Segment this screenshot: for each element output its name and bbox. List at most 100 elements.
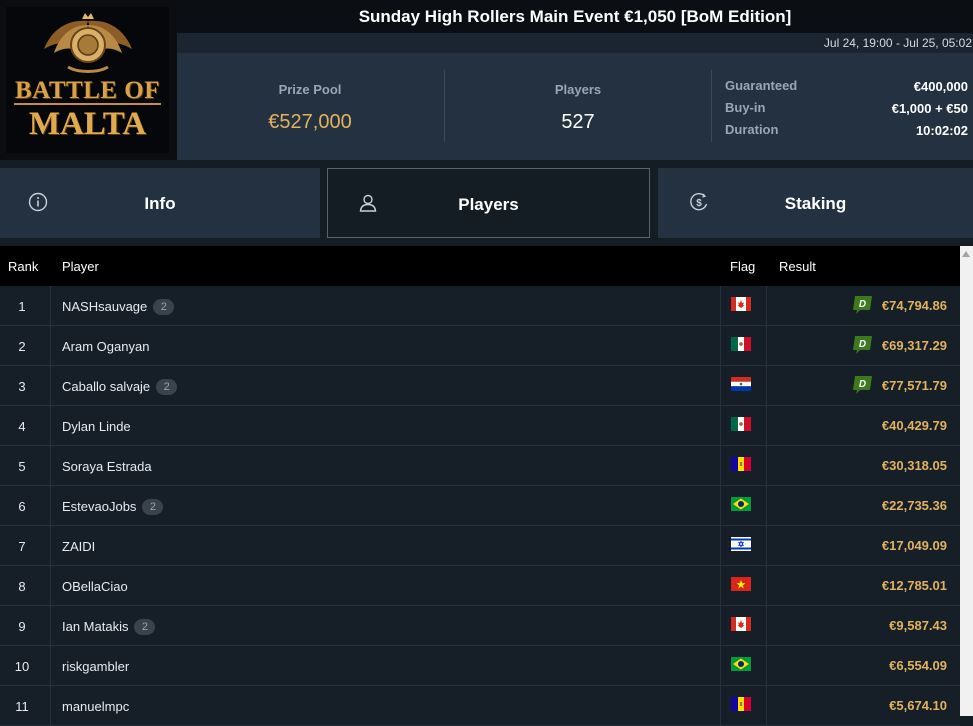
table-row[interactable]: 10 riskgambler €6,554.09 <box>0 646 960 686</box>
staking-deal-icon[interactable]: D <box>852 375 873 395</box>
player-name[interactable]: manuelmpc <box>62 699 129 714</box>
mx-flag-icon <box>731 417 751 431</box>
player-name-cell[interactable]: Ian Matakis 2 <box>62 619 156 635</box>
header-result: Result <box>779 259 816 274</box>
player-name[interactable]: OBellaCiao <box>62 579 128 594</box>
scroll-up-arrow-icon[interactable] <box>962 251 970 257</box>
br-flag-icon <box>731 497 751 511</box>
player-result: €5,674.10 <box>889 698 947 713</box>
players-table-header: Rank Player Flag Result <box>0 246 960 286</box>
player-result: €77,571.79 <box>881 378 947 393</box>
column-divider <box>720 366 721 405</box>
table-row[interactable]: 7 ZAIDI €17,049.09 <box>0 526 960 566</box>
tab-staking-label: Staking <box>784 194 847 213</box>
player-name-cell[interactable]: Aram Oganyan <box>62 339 149 354</box>
player-name[interactable]: Ian Matakis <box>62 619 128 634</box>
ad-flag-icon <box>731 457 751 471</box>
column-divider <box>766 646 767 685</box>
player-name[interactable]: Soraya Estrada <box>62 459 152 474</box>
column-divider <box>766 326 767 365</box>
player-result: €6,554.09 <box>889 658 947 673</box>
player-name-cell[interactable]: ZAIDI <box>62 539 95 554</box>
column-divider <box>720 606 721 645</box>
staking-deal-icon[interactable]: D <box>852 295 873 315</box>
tournament-title: Sunday High Rollers Main Event €1,050 [B… <box>358 7 792 26</box>
title-bar: Sunday High Rollers Main Event €1,050 [B… <box>177 0 973 33</box>
column-divider <box>720 526 721 565</box>
stats-panel: Prize Pool €527,000 Players 527 Guarante… <box>177 53 973 160</box>
table-row[interactable]: 8 OBellaCiao €12,785.01 <box>0 566 960 606</box>
vn-flag-icon <box>731 577 751 591</box>
player-name[interactable]: EstevaoJobs <box>62 499 136 514</box>
table-row[interactable]: 11 manuelmpc €5,674.10 <box>0 686 960 726</box>
player-name-cell[interactable]: Soraya Estrada <box>62 459 152 474</box>
table-row[interactable]: 6 EstevaoJobs 2 €22,735.36 <box>0 486 960 526</box>
duration-label: Duration <box>725 122 779 137</box>
column-divider <box>720 286 721 325</box>
player-name-cell[interactable]: riskgambler <box>62 659 129 674</box>
column-divider <box>766 526 767 565</box>
buyin-value: €1,000 + €50 <box>891 101 968 116</box>
player-name-cell[interactable]: manuelmpc <box>62 699 129 714</box>
column-divider <box>50 486 51 525</box>
staking-deal-icon[interactable]: D <box>852 335 873 355</box>
player-result: €30,318.05 <box>881 458 947 473</box>
tab-players[interactable]: Players <box>327 168 650 238</box>
player-result: €69,317.29 <box>881 338 947 353</box>
column-divider <box>766 286 767 325</box>
table-row[interactable]: 9 Ian Matakis 2 €9,587.43 <box>0 606 960 646</box>
column-divider <box>50 566 51 605</box>
tab-staking[interactable]: $ Staking <box>658 168 973 238</box>
column-divider <box>766 406 767 445</box>
scrollbar[interactable] <box>960 246 973 716</box>
header-rank: Rank <box>8 259 39 274</box>
player-name[interactable]: Aram Oganyan <box>62 339 149 354</box>
table-row[interactable]: 3 Caballo salvaje 2 D €77,571.79 <box>0 366 960 406</box>
battle-of-malta-logo: BATTLE OF MALTA <box>6 7 169 153</box>
column-divider <box>50 686 51 725</box>
player-result: €40,429.79 <box>881 418 947 433</box>
guaranteed-label: Guaranteed <box>725 78 798 93</box>
column-divider <box>720 326 721 365</box>
column-divider <box>766 446 767 485</box>
row-rank: 2 <box>18 339 26 354</box>
table-row[interactable]: 2 Aram Oganyan D €69,317.29 <box>0 326 960 366</box>
tournament-dates: Jul 24, 19:00 - Jul 25, 05:02 <box>823 36 972 50</box>
column-divider <box>50 406 51 445</box>
ca-flag-icon <box>731 617 751 631</box>
ad-flag-icon <box>731 697 751 711</box>
column-divider <box>50 606 51 645</box>
player-name[interactable]: ZAIDI <box>62 539 95 554</box>
player-name-cell[interactable]: NASHsauvage 2 <box>62 299 175 315</box>
player-result: €74,794.86 <box>881 298 947 313</box>
player-name-cell[interactable]: OBellaCiao <box>62 579 128 594</box>
table-row[interactable]: 1 NASHsauvage 2 D €74,794.86 <box>0 286 960 326</box>
player-name[interactable]: riskgambler <box>62 659 129 674</box>
logo-line2: MALTA <box>28 106 147 142</box>
player-name-cell[interactable]: Caballo salvaje 2 <box>62 379 178 395</box>
column-divider <box>720 566 721 605</box>
tab-info[interactable]: Info <box>0 168 320 238</box>
header-player: Player <box>62 259 99 274</box>
entries-badge: 2 <box>153 299 175 315</box>
tab-players-label: Players <box>458 195 519 214</box>
column-divider <box>766 566 767 605</box>
entries-badge: 2 <box>142 499 164 515</box>
table-row[interactable]: 4 Dylan Linde €40,429.79 <box>0 406 960 446</box>
row-rank: 7 <box>18 539 26 554</box>
player-name[interactable]: NASHsauvage <box>62 299 147 314</box>
column-divider <box>766 486 767 525</box>
svg-text:D: D <box>859 379 866 390</box>
column-divider <box>766 686 767 725</box>
crest-icon <box>44 13 132 73</box>
tab-bar: Info Players $ Staking <box>0 160 973 246</box>
column-divider <box>720 646 721 685</box>
logo-line1: BATTLE OF <box>14 77 161 104</box>
table-row[interactable]: 5 Soraya Estrada €30,318.05 <box>0 446 960 486</box>
player-name-cell[interactable]: EstevaoJobs 2 <box>62 499 164 515</box>
column-divider <box>50 286 51 325</box>
player-name-cell[interactable]: Dylan Linde <box>62 419 131 434</box>
br-flag-icon <box>731 657 751 671</box>
player-name[interactable]: Dylan Linde <box>62 419 131 434</box>
player-name[interactable]: Caballo salvaje <box>62 379 150 394</box>
